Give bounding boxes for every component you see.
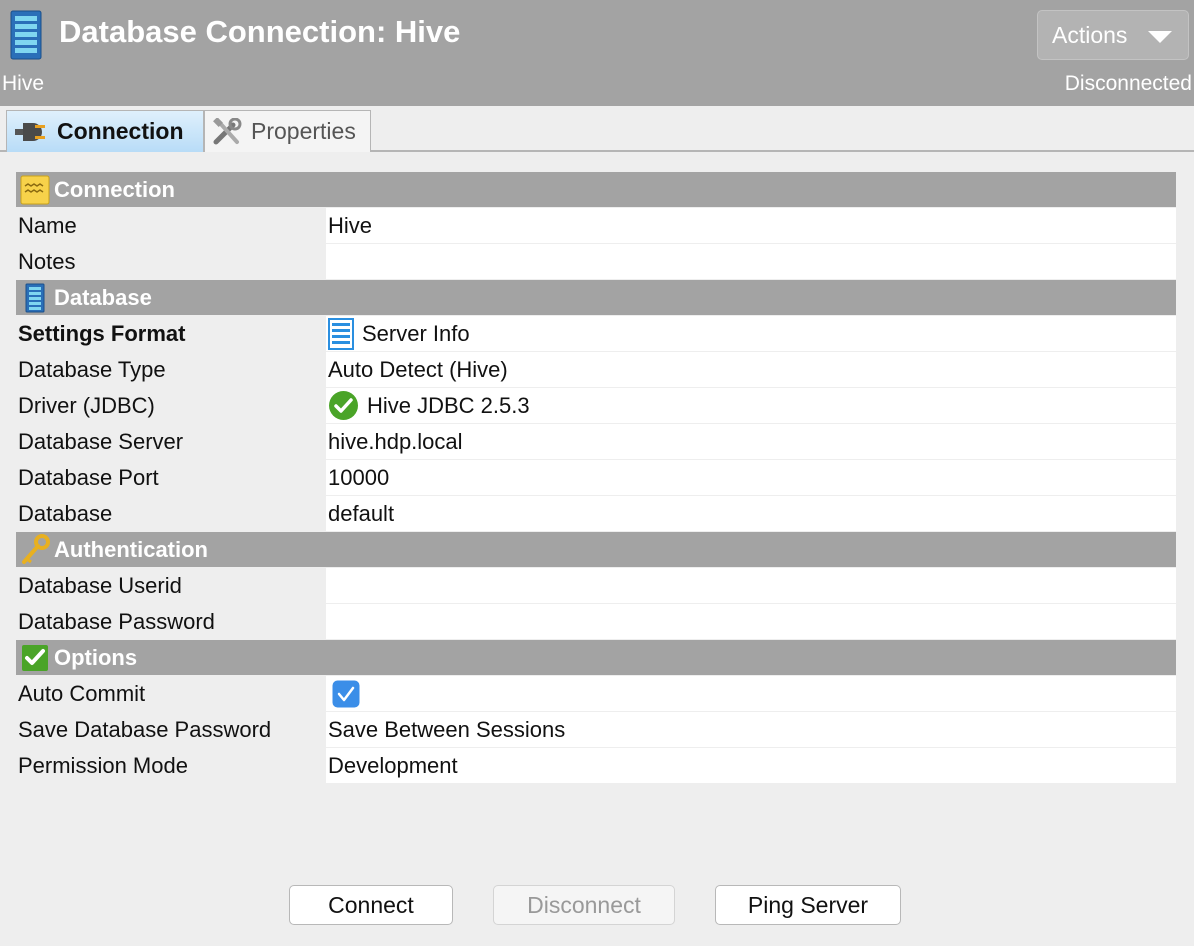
section-database: Database [16, 280, 1176, 315]
field-row-save-password: Save Database Password Save Between Sess… [16, 712, 1176, 748]
field-label: Notes [18, 249, 76, 274]
field-row-settings-format: Settings Format Server Info [16, 316, 1176, 352]
plug-icon [13, 120, 49, 144]
connection-name-label: Hive [2, 72, 45, 95]
field-label: Database Password [18, 609, 215, 634]
section-authentication: Authentication [16, 532, 1176, 567]
permission-mode-select[interactable]: Development [326, 748, 1176, 783]
check-circle-icon [328, 390, 359, 421]
field-row-password: Database Password [16, 604, 1176, 640]
field-label: Database Server [18, 429, 184, 454]
database-field[interactable]: default [326, 496, 1176, 531]
field-row-notes: Notes [16, 244, 1176, 280]
field-label: Database [18, 501, 113, 526]
tools-icon [211, 117, 243, 146]
server-info-icon [328, 317, 354, 350]
settings-format-select[interactable]: Server Info [326, 316, 1176, 351]
field-label: Database Userid [18, 573, 182, 598]
section-connection: Connection [16, 172, 1176, 207]
connection-form: Connection Name Hive Notes Database Sett… [16, 172, 1176, 784]
database-password-field[interactable] [326, 604, 1176, 639]
field-label: Database Port [18, 465, 159, 490]
window-title: Database Connection: Hive [59, 14, 461, 49]
chevron-down-icon [1148, 31, 1172, 43]
database-icon [16, 283, 54, 313]
field-row-auto-commit: Auto Commit [16, 676, 1176, 712]
database-port-field[interactable]: 10000 [326, 460, 1176, 495]
field-row-driver: Driver (JDBC) Hive JDBC 2.5.3 [16, 388, 1176, 424]
auto-commit-checkbox[interactable] [332, 680, 360, 708]
database-server-field[interactable]: hive.hdp.local [326, 424, 1176, 459]
field-row-database-type: Database Type Auto Detect (Hive) [16, 352, 1176, 388]
connect-button[interactable]: Connect [289, 885, 453, 925]
field-label: Name [18, 213, 77, 238]
notes-field[interactable] [326, 244, 1176, 279]
database-userid-field[interactable] [326, 568, 1176, 603]
section-title: Database [54, 284, 152, 310]
field-row-database: Database default [16, 496, 1176, 532]
field-label: Database Type [18, 357, 166, 382]
name-field[interactable]: Hive [326, 208, 1176, 243]
window-header: Database Connection: Hive Hive Disconnec… [0, 0, 1194, 106]
ping-server-button[interactable]: Ping Server [715, 885, 901, 925]
notepad-icon [16, 175, 54, 205]
field-row-name: Name Hive [16, 208, 1176, 244]
field-label: Auto Commit [18, 681, 146, 706]
database-icon [10, 10, 42, 65]
field-label: Driver (JDBC) [18, 393, 155, 418]
field-label: Settings Format [18, 321, 186, 346]
save-password-select[interactable]: Save Between Sessions [326, 712, 1176, 747]
field-row-database-server: Database Server hive.hdp.local [16, 424, 1176, 460]
key-icon [16, 533, 54, 566]
field-label: Save Database Password [18, 717, 272, 742]
driver-value: Hive JDBC 2.5.3 [367, 392, 530, 418]
actions-dropdown-button[interactable]: Actions [1037, 10, 1189, 60]
tab-connection-label: Connection [57, 118, 184, 144]
tab-properties[interactable]: Properties [204, 110, 371, 152]
field-label: Permission Mode [18, 753, 188, 778]
tab-connection[interactable]: Connection [6, 110, 204, 152]
check-box-icon [16, 644, 54, 672]
field-row-userid: Database Userid [16, 568, 1176, 604]
field-row-permission-mode: Permission Mode Development [16, 748, 1176, 784]
driver-select[interactable]: Hive JDBC 2.5.3 [326, 388, 1176, 423]
section-title: Authentication [54, 536, 208, 562]
connection-status: Disconnected [1064, 72, 1192, 95]
actions-label: Actions [1052, 21, 1128, 48]
field-row-database-port: Database Port 10000 [16, 460, 1176, 496]
settings-format-value: Server Info [362, 320, 470, 346]
tab-bar: Connection Properties [0, 106, 1194, 152]
auto-commit-cell [326, 676, 1176, 711]
section-options: Options [16, 640, 1176, 675]
section-title: Options [54, 644, 138, 670]
section-title: Connection [54, 176, 175, 202]
tab-properties-label: Properties [251, 118, 356, 144]
database-type-select[interactable]: Auto Detect (Hive) [326, 352, 1176, 387]
disconnect-button[interactable]: Disconnect [493, 885, 675, 925]
